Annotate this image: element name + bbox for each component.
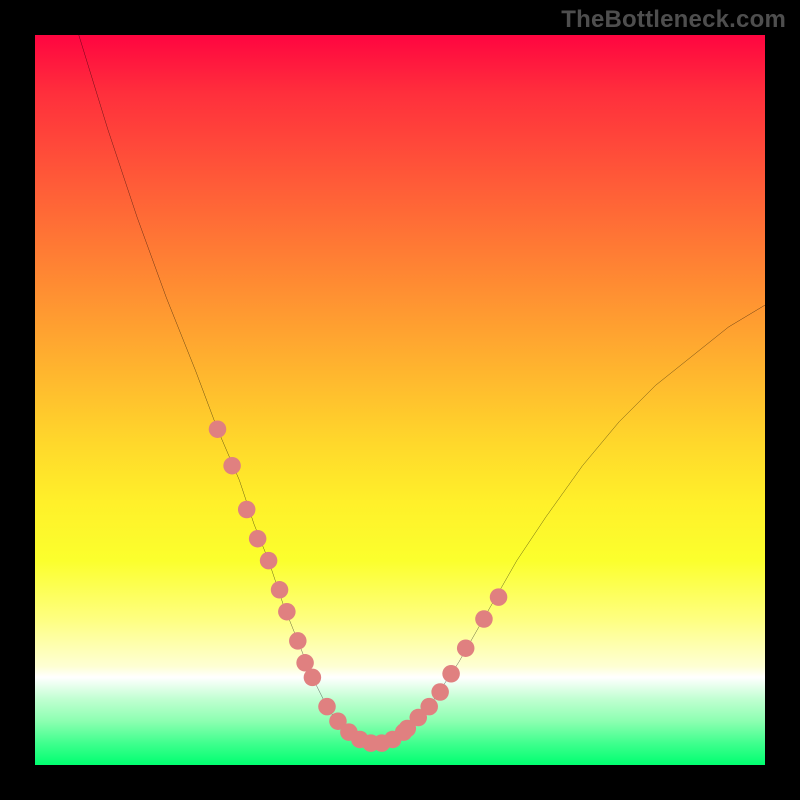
highlight-dot	[442, 665, 460, 683]
highlight-dot	[431, 683, 449, 701]
highlight-dot	[271, 581, 289, 599]
highlight-dot	[457, 639, 475, 657]
highlight-dot	[249, 530, 267, 548]
highlight-segment-bottom	[318, 698, 412, 752]
highlight-segment-left	[209, 420, 321, 686]
watermark-text: TheBottleneck.com	[561, 6, 786, 34]
chart-svg	[35, 35, 765, 765]
highlight-dot	[490, 588, 508, 606]
highlight-dot	[318, 698, 336, 716]
highlight-dot	[209, 420, 227, 438]
highlight-dot	[304, 669, 322, 687]
chart-frame: TheBottleneck.com	[0, 0, 800, 800]
highlight-dot	[289, 632, 307, 650]
highlight-dot	[260, 552, 278, 570]
plot-area	[35, 35, 765, 765]
highlight-segment-right	[399, 588, 508, 737]
highlight-dot	[420, 698, 438, 716]
highlight-dot	[475, 610, 493, 628]
highlight-dot	[238, 501, 256, 519]
highlight-dot	[278, 603, 296, 621]
highlight-dot	[223, 457, 241, 475]
bottleneck-curve	[79, 35, 765, 743]
